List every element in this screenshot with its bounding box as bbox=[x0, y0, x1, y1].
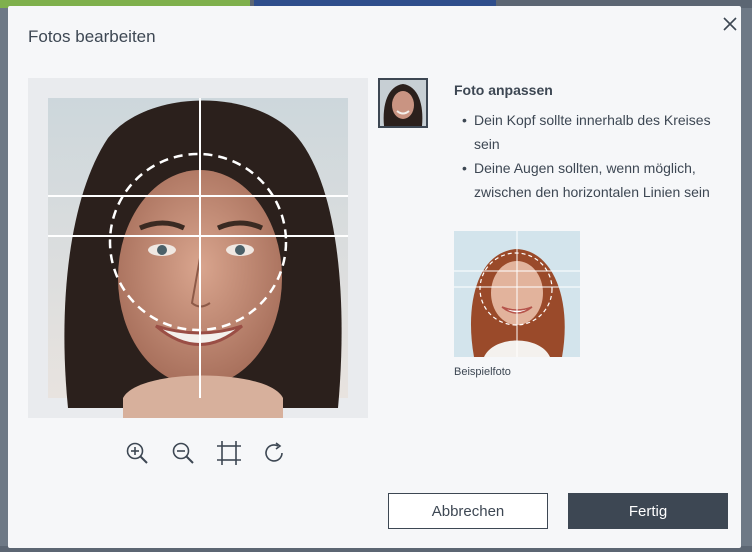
zoom-out-icon bbox=[172, 442, 194, 464]
example-photo bbox=[454, 231, 580, 357]
close-icon bbox=[723, 17, 737, 31]
zoom-out-button[interactable] bbox=[170, 440, 196, 466]
background-app-left bbox=[0, 8, 8, 552]
example-photo-image bbox=[454, 231, 580, 357]
dialog-title: Fotos bearbeiten bbox=[28, 27, 156, 46]
thumbnail-image bbox=[380, 80, 426, 126]
zoom-in-button[interactable] bbox=[124, 440, 150, 466]
tips-list: Dein Kopf sollte innerhalb des Kreises s… bbox=[454, 108, 736, 204]
cancel-button[interactable]: Abbrechen bbox=[388, 493, 548, 529]
zoom-in-icon bbox=[126, 442, 148, 464]
example-label: Beispielfoto bbox=[454, 366, 511, 378]
tip-item: Deine Augen sollten, wenn möglich, zwisc… bbox=[454, 156, 736, 204]
tip-item: Dein Kopf sollte innerhalb des Kreises s… bbox=[454, 108, 736, 156]
background-app-right bbox=[740, 8, 752, 552]
close-button[interactable] bbox=[720, 14, 740, 34]
crop-icon bbox=[217, 441, 241, 465]
done-button[interactable]: Fertig bbox=[568, 493, 728, 529]
rotate-button[interactable] bbox=[262, 440, 288, 466]
photo-thumbnail[interactable] bbox=[378, 78, 428, 128]
photo-editor-canvas[interactable] bbox=[28, 78, 368, 418]
rotate-icon bbox=[265, 442, 283, 462]
edit-photo-dialog: Fotos bearbeiten Foto anpassen • Dein Ko… bbox=[8, 6, 741, 548]
editor-toolbar bbox=[124, 440, 294, 466]
tips-title: Foto anpassen bbox=[454, 82, 553, 98]
portrait-photo bbox=[28, 78, 368, 418]
crop-button[interactable] bbox=[216, 440, 242, 466]
